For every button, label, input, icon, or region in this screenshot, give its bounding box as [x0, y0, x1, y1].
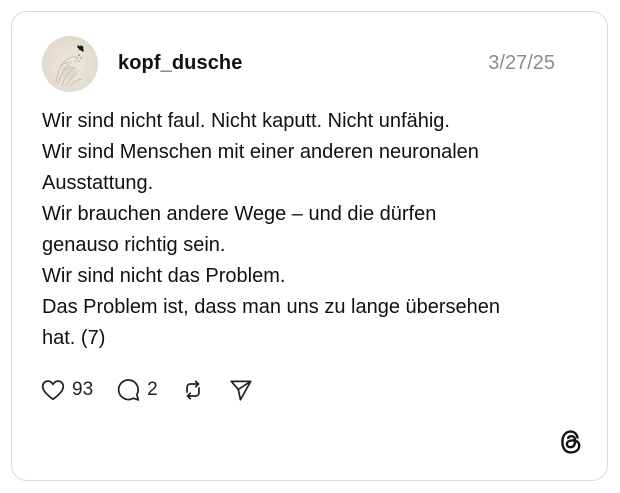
heart-icon — [41, 380, 65, 401]
reply-count: 2 — [147, 379, 158, 400]
post-text-line: Wir sind nicht faul. Nicht kaputt. Nicht… — [42, 110, 450, 132]
repost-icon — [185, 380, 200, 400]
post-text-line: Ausstattung. — [42, 172, 154, 194]
avatar[interactable] — [42, 36, 98, 92]
action-bar: 93 2 — [40, 374, 276, 406]
comment-icon — [117, 379, 140, 401]
post-date[interactable]: 3/27/25 — [488, 52, 555, 75]
post-text-line: hat. (7) — [42, 327, 106, 349]
post-text-line: Wir sind Menschen mit einer anderen neur… — [42, 141, 479, 163]
send-icon — [230, 380, 252, 401]
post-text-line: Wir brauchen andere Wege – und die dürfe… — [42, 203, 437, 225]
share-button[interactable] — [228, 377, 254, 403]
repost-button[interactable] — [180, 377, 206, 403]
post-text-line: Das Problem ist, dass man uns zu lange ü… — [42, 296, 501, 318]
post-card: kopf_dusche 3/27/25 Wir sind nicht faul.… — [11, 11, 608, 481]
username[interactable]: kopf_dusche — [118, 52, 242, 75]
avatar-image — [55, 45, 84, 87]
like-button[interactable]: 93 — [40, 377, 93, 403]
reply-button[interactable]: 2 — [115, 377, 158, 403]
like-count: 93 — [72, 379, 94, 400]
post-text-line: genauso richtig sein. — [42, 234, 226, 256]
post-text-line: Wir sind nicht das Problem. — [42, 265, 286, 287]
threads-logo-icon[interactable] — [558, 428, 584, 456]
post-text: Wir sind nicht faul. Nicht kaputt. Nicht… — [42, 106, 572, 354]
